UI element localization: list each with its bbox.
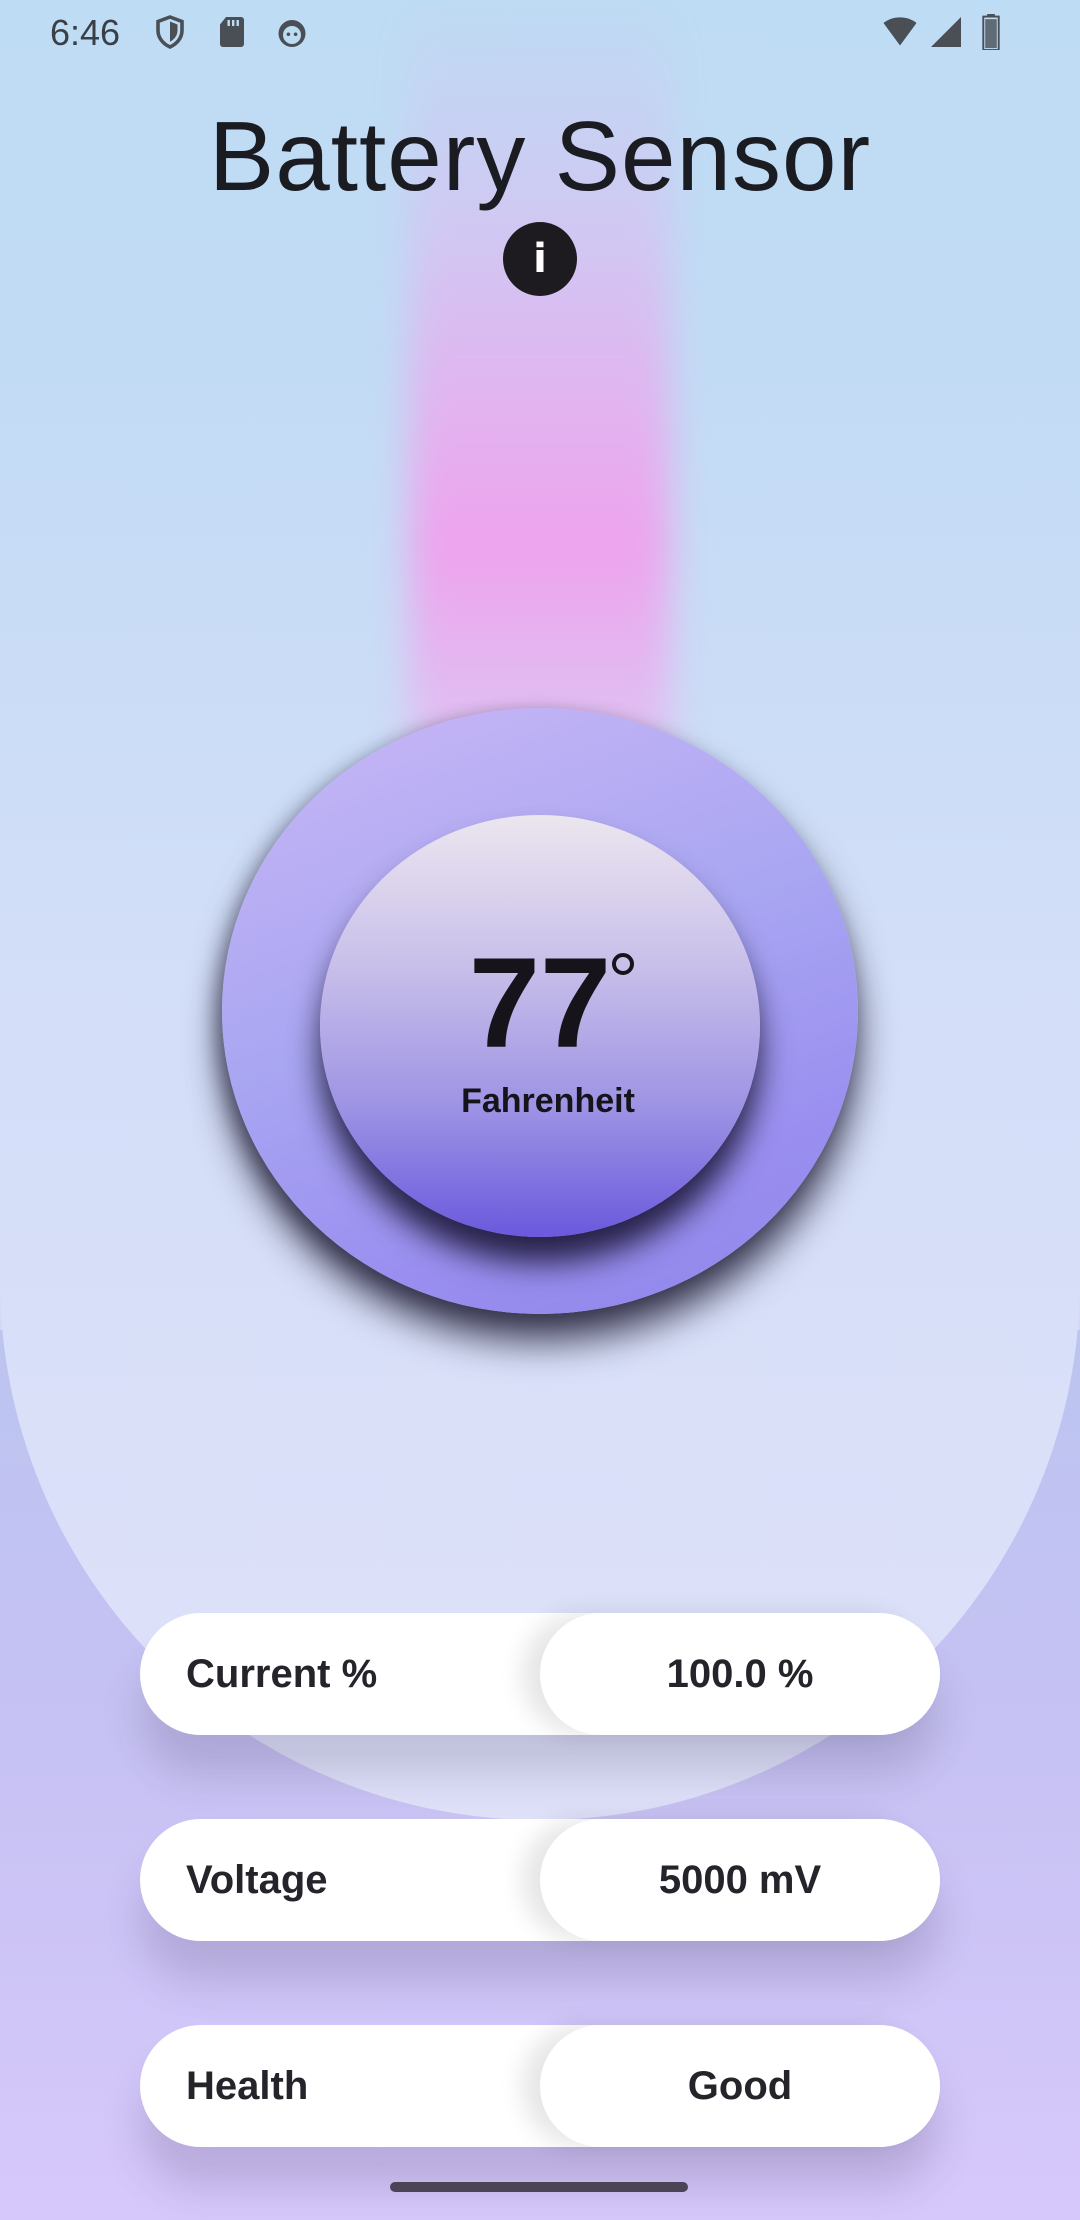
home-indicator[interactable] <box>390 2182 688 2192</box>
stat-label: Voltage <box>186 1858 328 1902</box>
status-bar: 6:46 <box>0 0 1080 66</box>
sd-card-icon <box>220 17 244 47</box>
shield-icon <box>156 15 184 49</box>
app-screen: 6:46 Battery Sensor i 77 Fahrenheit Curr… <box>0 0 1080 2220</box>
battery-icon <box>982 14 1000 50</box>
stat-card-health: Health Good <box>140 2025 940 2147</box>
stat-value: Good <box>540 2025 940 2147</box>
cell-signal-icon <box>931 17 961 47</box>
info-button[interactable]: i <box>503 222 577 296</box>
status-time: 6:46 <box>50 12 121 53</box>
android-face-icon <box>278 20 306 47</box>
stat-label: Current % <box>186 1652 378 1696</box>
wifi-icon <box>883 17 917 46</box>
stat-value: 100.0 % <box>540 1613 940 1735</box>
stat-label: Health <box>186 2064 309 2108</box>
temperature-value: 77 <box>468 932 612 1075</box>
temperature-unit: Fahrenheit <box>461 1082 635 1120</box>
info-icon: i <box>533 236 547 282</box>
stat-card-voltage: Voltage 5000 mV <box>140 1819 940 1941</box>
page-title: Battery Sensor <box>208 101 872 211</box>
stat-value: 5000 mV <box>540 1819 940 1941</box>
degree-symbol <box>612 953 634 975</box>
stat-card-current: Current % 100.0 % <box>140 1613 940 1735</box>
